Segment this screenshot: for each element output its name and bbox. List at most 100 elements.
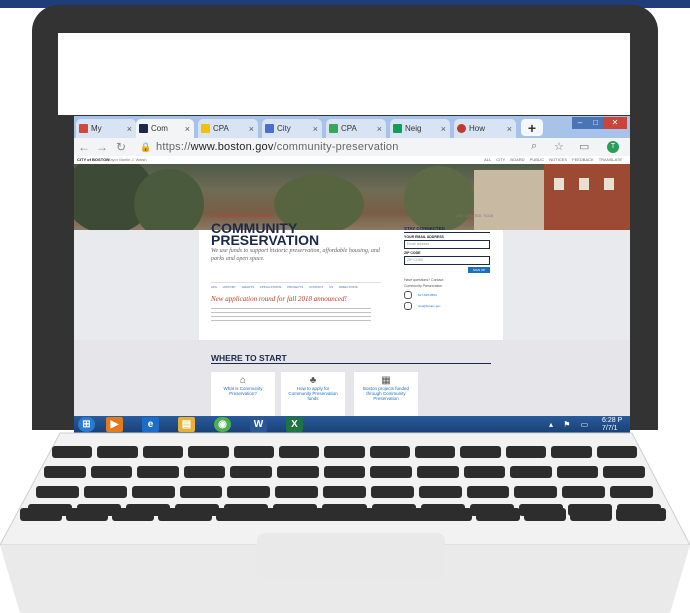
phone-row[interactable]: 617-635-0554 (404, 291, 490, 299)
tab-close-icon[interactable]: × (313, 124, 318, 134)
profile-avatar[interactable]: T (607, 141, 619, 153)
keyboard-key[interactable] (505, 446, 547, 458)
browser-tab[interactable]: How × (454, 119, 516, 138)
keyboard-key[interactable] (323, 486, 366, 498)
where-to-start-section (74, 340, 630, 416)
tab-close-icon[interactable]: × (127, 124, 132, 134)
main-content: HOME COMMUNITY PRESERVATION LAST UPDATED… (199, 214, 503, 340)
contact-email[interactable]: cpa@boston.gov (418, 304, 441, 308)
keyboard-key[interactable] (616, 508, 666, 521)
browser-tab[interactable]: Neig × (390, 119, 450, 138)
keyboard-key[interactable] (476, 508, 520, 521)
keyboard-key[interactable] (514, 486, 558, 498)
email-row[interactable]: cpa@boston.gov (404, 302, 490, 310)
keyboard-key[interactable] (44, 466, 86, 478)
keyboard-key[interactable] (277, 466, 319, 478)
new-tab-button[interactable]: + (521, 119, 543, 136)
start-card[interactable]: ▦ Boston projects funded through Communi… (354, 372, 418, 416)
city-logo[interactable]: CITY of BOSTON (77, 157, 109, 162)
keyboard-key[interactable] (323, 466, 366, 478)
keyboard-key[interactable] (570, 508, 612, 521)
tab-label: My (91, 124, 102, 133)
browser-tab[interactable]: CPA × (326, 119, 386, 138)
keyboard-key[interactable] (278, 446, 320, 458)
url-field[interactable]: https://www.boston.gov/community-preserv… (156, 141, 399, 153)
keyboard-key[interactable] (183, 466, 226, 478)
keyboard-key[interactable] (596, 446, 637, 458)
keyboard-key[interactable] (603, 466, 645, 478)
keyboard-key[interactable] (562, 486, 606, 498)
signup-button[interactable]: SIGN UP (468, 267, 490, 273)
extension-icon[interactable]: ▭ (579, 140, 589, 153)
card-label[interactable]: What is Community Preservation? (211, 386, 275, 396)
section-nav[interactable]: CPA HISTORY GRANTS APPLICATIONS PROJECTS… (211, 282, 381, 289)
keyboard-key[interactable] (610, 486, 653, 498)
keyboard-key[interactable] (370, 466, 412, 478)
tab-close-icon[interactable]: × (249, 124, 254, 134)
keyboard-key[interactable] (275, 486, 319, 498)
keyboard-key[interactable] (418, 486, 462, 498)
keyboard-key[interactable] (230, 466, 273, 478)
keyboard-key[interactable] (556, 466, 599, 478)
back-arrow-icon[interactable]: ← (78, 140, 90, 154)
keyboard-key[interactable] (463, 466, 506, 478)
body-text-block (211, 308, 371, 322)
keyboard-key[interactable] (66, 508, 108, 521)
minimize-button[interactable]: – (572, 117, 588, 129)
keyboard-key[interactable] (142, 446, 184, 458)
close-window-button[interactable]: ✕ (603, 117, 627, 129)
browser-tab-active[interactable]: Com × (136, 119, 194, 138)
keyboard-key[interactable] (52, 446, 93, 458)
keyboard-key[interactable] (20, 508, 62, 521)
keyboard-key[interactable] (36, 486, 79, 498)
keyboard-key[interactable] (137, 466, 179, 478)
tab-close-icon[interactable]: × (185, 124, 190, 134)
keyboard-key[interactable] (416, 466, 459, 478)
forward-arrow-icon[interactable]: → (96, 140, 108, 154)
bookmark-star-icon[interactable]: ☆ (554, 140, 564, 153)
start-card[interactable]: ♣ How to apply for Community Preservatio… (281, 372, 345, 416)
keyboard-key[interactable] (83, 486, 127, 498)
keyboard-key[interactable] (112, 508, 154, 521)
keyboard-key[interactable] (158, 508, 212, 521)
browser-tab[interactable]: My × (76, 119, 136, 138)
keyboard-key[interactable] (415, 446, 456, 458)
tab-close-icon[interactable]: × (441, 124, 446, 134)
drive-icon (329, 124, 338, 133)
card-label[interactable]: How to apply for Community Preservation … (281, 386, 345, 401)
keyboard-key[interactable] (90, 466, 133, 478)
search-icon[interactable]: ⌕ (531, 140, 537, 153)
keyboard-key[interactable] (131, 486, 175, 498)
card-label[interactable]: Boston projects funded through Community… (354, 386, 418, 401)
keyboard-key[interactable] (524, 508, 566, 521)
keyboard-key[interactable] (551, 446, 592, 458)
trackpad[interactable] (257, 533, 445, 579)
breadcrumb[interactable]: HOME COMMUNITY PRESERVATION (211, 214, 272, 218)
tab-close-icon[interactable]: × (507, 124, 512, 134)
keyboard-key[interactable] (179, 486, 223, 498)
zip-field[interactable]: ZIP CODE (404, 256, 490, 265)
keyboard-key[interactable] (369, 446, 411, 458)
browser-tab[interactable]: City × (262, 119, 322, 138)
keyboard-key[interactable] (324, 446, 365, 458)
keyboard-key[interactable] (510, 466, 552, 478)
keyboard-key[interactable] (233, 446, 274, 458)
page-favicon-icon (457, 124, 466, 133)
keyboard-key[interactable] (370, 486, 414, 498)
tab-close-icon[interactable]: × (377, 124, 382, 134)
maximize-button[interactable]: □ (588, 117, 603, 129)
keyboard-key[interactable] (227, 486, 271, 498)
keyboard-key[interactable] (188, 446, 229, 458)
browser-tab[interactable]: CPA × (198, 119, 258, 138)
email-field[interactable]: Email address (404, 240, 490, 249)
reload-icon[interactable]: ↻ (116, 140, 126, 154)
keyboard-key[interactable] (97, 446, 138, 458)
header-links[interactable]: ALL CITY BOARD PUBLIC NOTICES FEEDBACK T… (484, 157, 622, 162)
phone-number[interactable]: 617-635-0554 (418, 293, 437, 297)
announcement-link[interactable]: New application round for fall 2018 anno… (211, 295, 347, 303)
keyboard-key[interactable] (466, 486, 510, 498)
start-card[interactable]: ⌂ What is Community Preservation? (211, 372, 275, 416)
keyboard-key[interactable] (460, 446, 501, 458)
spacebar-key[interactable] (216, 508, 472, 521)
tab-label: Neig (405, 124, 422, 133)
